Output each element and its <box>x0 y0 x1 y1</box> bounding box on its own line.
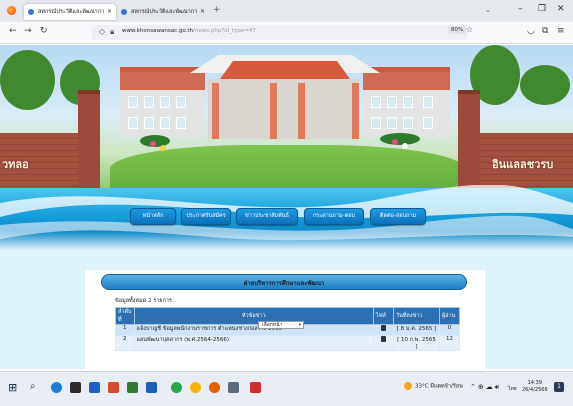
page-select-value: เลือกหน้า <box>262 322 283 328</box>
weather-text: 33°C มีแดดจ้า/ร้อน <box>415 383 463 390</box>
maximize-icon[interactable]: ❐ <box>538 4 546 14</box>
right-wing <box>363 67 450 137</box>
right-gate-post <box>458 90 480 190</box>
tree-shape <box>520 65 570 105</box>
column-header-date: วันที่ลงข่าว <box>393 307 440 325</box>
list-all-tabs-chevron-icon[interactable]: ⌄ <box>485 6 491 14</box>
row-views: 12 <box>439 335 460 351</box>
taskbar-clock[interactable]: 14:39 26/4/2566 <box>522 380 548 394</box>
news-table: ลำดับที่ หัวข้อข่าว ไฟล์ วันที่ลงข่าว ผู… <box>115 307 460 351</box>
bookmark-star-icon[interactable]: ☆ <box>466 25 473 34</box>
count-prefix: ข้อมูลทั้งหมด <box>115 298 147 304</box>
excel-icon[interactable] <box>127 382 138 393</box>
record-count: ข้อมูลทั้งหมด 2 รายการ <box>115 297 172 305</box>
left-gate-post <box>78 90 100 190</box>
system-tray-icons[interactable]: ⌃⊕☁🔊︎ <box>470 383 501 392</box>
menu-home-button[interactable]: หน้าหลัก <box>130 208 176 225</box>
school-building <box>120 55 450 145</box>
panel-title: ฝ่ายบริหารการศึกษาและพัฒนา <box>243 280 325 287</box>
address-bar[interactable]: ◇ 🔒︎ www.khonsawansac.go.th/news.php?id_… <box>92 25 468 40</box>
row-topic-link[interactable]: แผนพัฒนาบุคลากร (พ.ศ.2564-2566) <box>133 335 375 351</box>
column-header-topic: หัวข้อข่าว <box>133 307 375 325</box>
back-arrow-icon[interactable]: ← <box>9 26 17 36</box>
reload-icon[interactable]: ↻ <box>40 26 48 36</box>
menu-news-button[interactable]: ข่าวประชาสัมพันธ์ <box>236 208 298 225</box>
store-icon[interactable] <box>108 382 119 393</box>
row-num: 2 <box>115 335 135 351</box>
row-date: [ 10 ก.พ. 2565 ] <box>393 335 440 351</box>
tab-title: สหกรณ์ประวัติและพัฒนาการ <box>131 9 197 15</box>
left-wing <box>120 67 205 137</box>
notification-center-icon[interactable]: 1 <box>554 382 564 392</box>
tree-shape <box>0 50 55 110</box>
browser-tab-bar: สหกรณ์ประวัติและพัฒนาการ ✕ สหกรณ์ประวัติ… <box>0 0 573 22</box>
menu-contact-button[interactable]: ติดต่อ-สอบถาม <box>370 208 426 225</box>
news-panel: ฝ่ายบริหารการศึกษาและพัฒนา ข้อมูลทั้งหมด… <box>85 270 485 369</box>
forward-arrow-icon[interactable]: → <box>24 26 32 36</box>
tab-active[interactable]: สหกรณ์ประวัติและพัฒนาการ ✕ <box>24 4 116 20</box>
file-download-icon-cell[interactable] <box>373 324 394 336</box>
input-language-indicator[interactable]: ไทย <box>508 385 517 393</box>
zoom-level-badge[interactable]: 80% <box>448 26 467 34</box>
settings-gear-icon[interactable] <box>228 382 239 393</box>
search-icon[interactable]: ⌕ <box>30 381 36 392</box>
windows-start-icon[interactable]: ⊞ <box>8 381 17 394</box>
hamburger-menu-icon[interactable]: ≡ <box>557 26 565 36</box>
word-icon[interactable] <box>146 382 157 393</box>
tab-close-icon[interactable]: ✕ <box>200 4 205 20</box>
extensions-icon[interactable]: ⧉ <box>542 26 548 36</box>
panel-header: ฝ่ายบริหารการศึกษาและพัฒนา <box>101 274 467 290</box>
site-favicon-icon <box>121 9 127 15</box>
weather-widget[interactable]: 33°C มีแดดจ้า/ร้อน <box>404 382 463 391</box>
pdf-reader-icon[interactable] <box>250 382 261 393</box>
menu-announcement-button[interactable]: ประกาศรับสมัคร <box>181 208 231 225</box>
count-value: 2 <box>147 298 152 304</box>
line-app-icon[interactable] <box>171 382 182 393</box>
file-download-icon-cell[interactable] <box>373 335 394 351</box>
tracking-shield-icon[interactable]: ◇ <box>99 27 105 36</box>
notification-count: 1 <box>557 383 561 390</box>
row-num: 1 <box>115 324 135 336</box>
file-download-icon[interactable] <box>381 325 386 331</box>
table-row: 2 แผนพัฒนาบุคลากร (พ.ศ.2564-2566) [ 10 ก… <box>115 335 460 351</box>
file-download-icon[interactable] <box>381 336 386 342</box>
browser-nav-bar: ← → ↻ ◇ 🔒︎ www.khonsawansac.go.th/news.p… <box>0 22 573 44</box>
left-wall-sign: วทลอ <box>2 158 29 171</box>
header-banner-image: วทลอ อินแลลชวรบ <box>0 45 573 205</box>
clock-date: 26/4/2566 <box>522 387 548 393</box>
url-path: /news.php?id_type=47 <box>193 28 256 34</box>
site-info-lock-icon[interactable]: 🔒︎ <box>110 27 114 37</box>
sun-icon <box>404 382 412 390</box>
tab-second[interactable]: สหกรณ์ประวัติและพัฒนาการ ✕ <box>117 4 209 20</box>
minimize-icon[interactable]: – <box>518 4 523 14</box>
windows-taskbar: ⊞ ⌕ 33°C มีแดดจ้า/ร้อน ⌃⊕☁🔊︎ ไทย 14:39 2… <box>0 371 573 406</box>
new-tab-icon[interactable]: + <box>213 5 221 15</box>
firefox-menu-icon[interactable] <box>7 6 16 15</box>
firefox-taskbar-icon[interactable] <box>209 382 220 393</box>
column-header-views: ผู้อ่าน <box>439 307 460 325</box>
row-date: [ 8 ม.ค. 2565 ] <box>393 324 440 336</box>
tab-title: สหกรณ์ประวัติและพัฒนาการ <box>38 9 104 15</box>
column-header-num: ลำดับที่ <box>115 307 135 325</box>
url-host: www.khonsawansac.go.th <box>122 28 194 34</box>
right-wall-sign: อินแลลชวรบ <box>492 158 554 171</box>
chrome-icon[interactable] <box>190 382 201 393</box>
window-close-icon[interactable]: ✕ <box>557 4 565 14</box>
column-header-file: ไฟล์ <box>373 307 394 325</box>
row-topic-link[interactable]: แจ้งบาญชี ข้อมูลพนักงานราชการ ตำแหน่งช่า… <box>133 324 375 336</box>
url-text[interactable]: www.khonsawansac.go.th/news.php?id_type=… <box>122 28 256 34</box>
chevron-down-icon: ▾ <box>298 322 301 328</box>
edge-browser-icon[interactable] <box>51 382 62 393</box>
page-select-dropdown[interactable]: เลือกหน้า ▾ <box>258 321 304 329</box>
row-views: 0 <box>439 324 460 336</box>
clock-time: 14:39 <box>527 380 543 386</box>
menu-qa-button[interactable]: กระดานถาม-ตอบ <box>304 208 364 225</box>
site-favicon-icon <box>28 9 34 15</box>
count-suffix: รายการ <box>153 298 172 304</box>
task-view-icon[interactable] <box>70 382 81 393</box>
pocket-icon[interactable]: ◡ <box>527 26 535 36</box>
mail-icon[interactable] <box>89 382 100 393</box>
tab-close-icon[interactable]: ✕ <box>107 4 112 20</box>
